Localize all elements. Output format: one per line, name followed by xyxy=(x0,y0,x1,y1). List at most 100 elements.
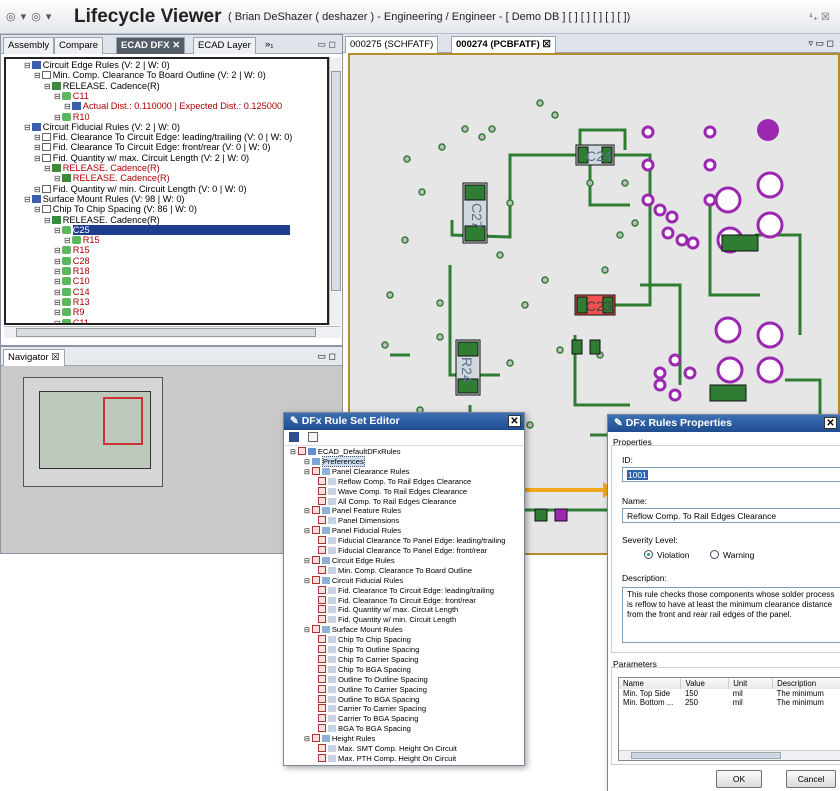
col-description[interactable]: Description xyxy=(772,678,840,689)
expand-toggle-icon[interactable]: ⊟ xyxy=(24,123,31,132)
rule-tree-item[interactable]: ⊟ Panel Fiducial Rules xyxy=(304,526,401,536)
expand-toggle-icon[interactable]: ⊟ xyxy=(54,308,61,317)
expand-toggle-icon[interactable]: ⊟ xyxy=(54,319,61,324)
checkbox-icon[interactable] xyxy=(318,536,326,545)
tab-schfatf[interactable]: 000275 (SCHFATF) xyxy=(345,36,439,53)
left-minmax[interactable]: ▭ ◻ xyxy=(318,39,336,50)
rule-tree-item[interactable]: Fid. Clearance To Circuit Edge: leading/… xyxy=(318,585,494,596)
checkbox-icon[interactable] xyxy=(311,734,320,743)
rule-tree-item[interactable]: Chip To BGA Spacing xyxy=(318,664,411,675)
expand-toggle-icon[interactable]: ⊟ xyxy=(34,143,41,152)
rule-tree-item[interactable]: All Comp. To Rail Edges Clearance xyxy=(318,496,456,507)
checkbox-icon[interactable] xyxy=(318,645,326,653)
expand-toggle-icon[interactable]: ⊟ xyxy=(54,298,61,307)
checkbox-icon[interactable] xyxy=(318,546,326,554)
col-name[interactable]: Name xyxy=(619,678,682,689)
checkbox-icon[interactable] xyxy=(318,476,326,485)
checkbox-icon[interactable] xyxy=(318,674,326,683)
tab-compare[interactable]: Compare xyxy=(54,37,104,54)
expand-toggle-icon[interactable]: ⊟ xyxy=(34,133,41,142)
checkbox-icon[interactable] xyxy=(311,625,320,634)
warning-radio[interactable]: Warning xyxy=(710,550,754,560)
rule-tree-item[interactable]: Fid. Clearance To Circuit Edge: front/re… xyxy=(318,595,476,606)
tab-navigator[interactable]: Navigator ☒ xyxy=(3,349,65,366)
id-field[interactable]: 1001 xyxy=(622,467,840,482)
violation-radio[interactable]: Violation xyxy=(644,550,689,560)
tab-ecad-layer[interactable]: ECAD Layer xyxy=(193,37,256,54)
checkbox-icon[interactable] xyxy=(311,466,320,475)
checkbox-icon[interactable] xyxy=(318,516,326,525)
rule-properties-titlebar[interactable]: ✎ DFx Rules Properties ✕ xyxy=(608,415,840,432)
expand-toggle-icon[interactable]: ⊟ xyxy=(54,113,61,122)
rule-tree-item[interactable]: Outline To BGA Spacing xyxy=(318,694,419,705)
left-scroll-thumb[interactable] xyxy=(331,71,341,291)
rule-set-tree[interactable]: ⊟ ECAD_DefaultDFxRules ⊟ Preferences ⊟ Pan… xyxy=(288,447,518,765)
table-row[interactable]: Min. Bottom ... 250 mil The minimum xyxy=(619,698,840,707)
col-unit[interactable]: Unit xyxy=(728,678,774,689)
rule-tree-item[interactable]: ⊟ Panel Feature Rules xyxy=(304,506,401,516)
expand-toggle-icon[interactable]: ⊟ xyxy=(44,216,51,225)
checkbox-icon[interactable] xyxy=(318,615,326,624)
expand-toggle-icon[interactable]: ⊟ xyxy=(54,277,61,286)
close-icon[interactable]: ✕ xyxy=(508,415,521,427)
expand-toggle-icon[interactable]: ⊟ xyxy=(304,578,312,585)
rule-tree-item[interactable]: Fid. Quantity w/ max. Circuit Length xyxy=(318,605,458,615)
description-field[interactable]: This rule checks those components whose … xyxy=(622,587,840,643)
checkbox-icon[interactable] xyxy=(318,724,326,733)
rule-tree-item[interactable]: Panel Dimensions xyxy=(318,516,399,526)
expand-toggle-icon[interactable]: ⊟ xyxy=(304,528,312,535)
editor-minmax[interactable]: ▿ ▭ ◻ xyxy=(809,38,835,49)
rule-tree-item[interactable]: Fid. Quantity w/ min. Circuit Length xyxy=(318,615,456,625)
rule-tree-item[interactable]: ⊟ Panel Clearance Rules xyxy=(304,466,409,477)
checkbox-icon[interactable] xyxy=(318,496,326,505)
checkbox-icon[interactable] xyxy=(318,753,326,762)
expand-toggle-icon[interactable]: ⊟ xyxy=(34,185,41,194)
expand-toggle-icon[interactable]: ⊟ xyxy=(304,736,312,743)
expand-toggle-icon[interactable]: ⊟ xyxy=(54,257,61,266)
rule-tree-item[interactable]: Max. PTH Comp. Height On Circuit xyxy=(318,753,456,764)
new-rule-icon[interactable] xyxy=(307,432,318,442)
close-icon[interactable]: ✕ xyxy=(824,417,837,429)
rule-tree-item[interactable]: ⊟ Circuit Fiducial Rules xyxy=(304,575,403,586)
rule-tree-item[interactable]: Chip To Chip Spacing xyxy=(318,635,411,645)
expand-toggle-icon[interactable]: ⊟ xyxy=(304,469,312,476)
expand-toggle-icon[interactable]: ⊟ xyxy=(24,61,31,70)
expand-toggle-icon[interactable]: ⊟ xyxy=(64,102,71,111)
navigator-minmax[interactable]: ▭ ◻ xyxy=(318,351,336,362)
rule-tree-item[interactable]: BGA To BGA Spacing xyxy=(318,724,411,734)
tab-overflow[interactable]: »₁ xyxy=(261,37,278,54)
dfx-results-tree[interactable]: ⊟ Circuit Edge Rules (V: 2 | W: 0) ⊟ Min. C… xyxy=(6,59,327,323)
checkbox-icon[interactable] xyxy=(311,506,320,515)
window-menu-controls[interactable]: ◎ ▾ ◎ ▾ xyxy=(6,10,52,23)
expand-toggle-icon[interactable]: ⊟ xyxy=(290,449,298,456)
rule-tree-item[interactable]: Carrier To BGA Spacing xyxy=(318,714,418,724)
params-hscroll[interactable] xyxy=(619,750,840,760)
rule-tree-item[interactable]: Outline To Outline Spacing xyxy=(318,674,428,685)
tab-assembly[interactable]: Assembly xyxy=(3,37,55,54)
expand-toggle-icon[interactable]: ⊟ xyxy=(64,236,71,245)
expand-toggle-icon[interactable]: ⊟ xyxy=(304,508,312,515)
params-hscroll-thumb[interactable] xyxy=(631,752,781,759)
checkbox-icon[interactable] xyxy=(318,684,326,693)
expand-toggle-icon[interactable]: ⊟ xyxy=(54,288,61,297)
tree-item[interactable]: ⊟ C11 xyxy=(54,318,89,324)
checkbox-icon[interactable] xyxy=(318,654,326,663)
cancel-button[interactable]: Cancel xyxy=(786,770,836,788)
checkbox-icon[interactable] xyxy=(318,744,326,752)
rule-tree-item[interactable]: Min. Comp. Clearance To Board Outline xyxy=(318,565,472,576)
left-vscroll[interactable] xyxy=(329,57,341,325)
rule-tree-item[interactable]: Carrier To Carrier Spacing xyxy=(318,704,426,714)
rule-tree-item[interactable]: ⊟ Surface Mount Rules xyxy=(304,625,403,635)
expand-toggle-icon[interactable]: ⊟ xyxy=(54,226,61,235)
rule-tree-item[interactable]: ⊟ Height Rules xyxy=(304,734,375,744)
rule-tree-item[interactable]: Fiducial Clearance To Panel Edge: leadin… xyxy=(318,536,505,546)
rule-tree-item[interactable]: ⊟ Circuit Edge Rules xyxy=(304,555,395,566)
tree-item[interactable]: ⊟ Actual Dist.: 0.110000 | Expected Dist.… xyxy=(64,101,282,113)
checkbox-icon[interactable] xyxy=(311,526,320,535)
rule-tree-item[interactable]: Chip To Carrier Spacing xyxy=(318,654,418,665)
expand-toggle-icon[interactable]: ⊟ xyxy=(54,174,61,183)
rule-tree-item[interactable]: Outline To Carrier Spacing xyxy=(318,684,427,695)
tab-ecad-dfx[interactable]: ECAD DFX ✕ xyxy=(116,37,186,54)
checkbox-icon[interactable] xyxy=(318,664,326,673)
left-hscroll-thumb[interactable] xyxy=(16,328,316,337)
